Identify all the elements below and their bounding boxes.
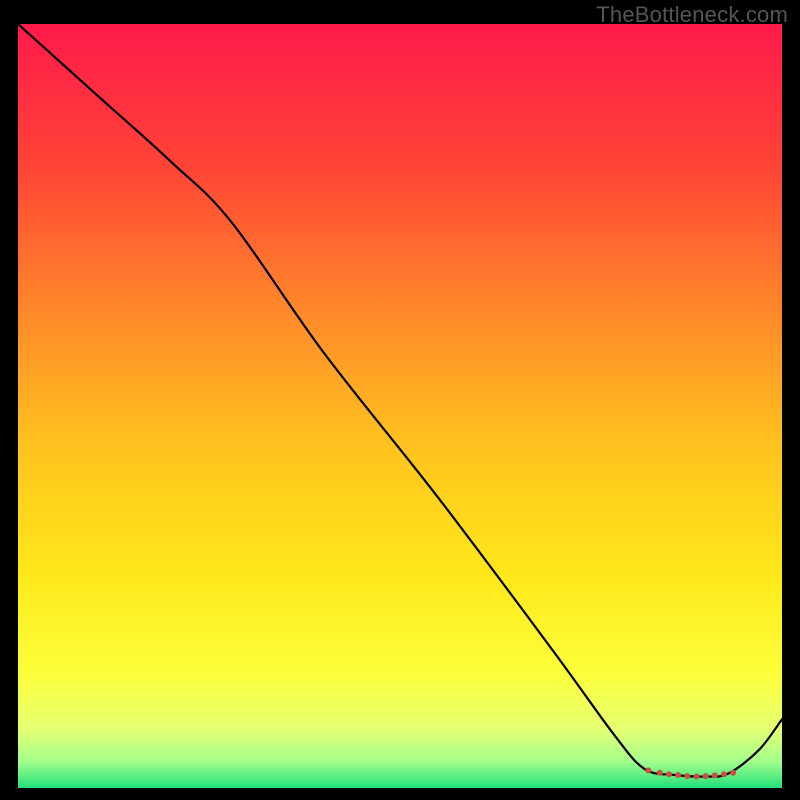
optimal-marker: [675, 772, 681, 778]
optimal-marker: [712, 772, 718, 778]
optimal-marker: [657, 770, 663, 776]
optimal-marker: [684, 773, 690, 779]
optimal-marker: [730, 770, 736, 776]
optimal-marker: [703, 773, 709, 779]
optimal-marker: [645, 767, 651, 773]
optimal-marker: [693, 774, 699, 780]
gradient-background: [18, 24, 782, 788]
optimal-marker: [666, 771, 672, 777]
bottleneck-plot: [18, 24, 782, 788]
chart-container: TheBottleneck.com: [0, 0, 800, 800]
optimal-marker: [721, 771, 727, 777]
